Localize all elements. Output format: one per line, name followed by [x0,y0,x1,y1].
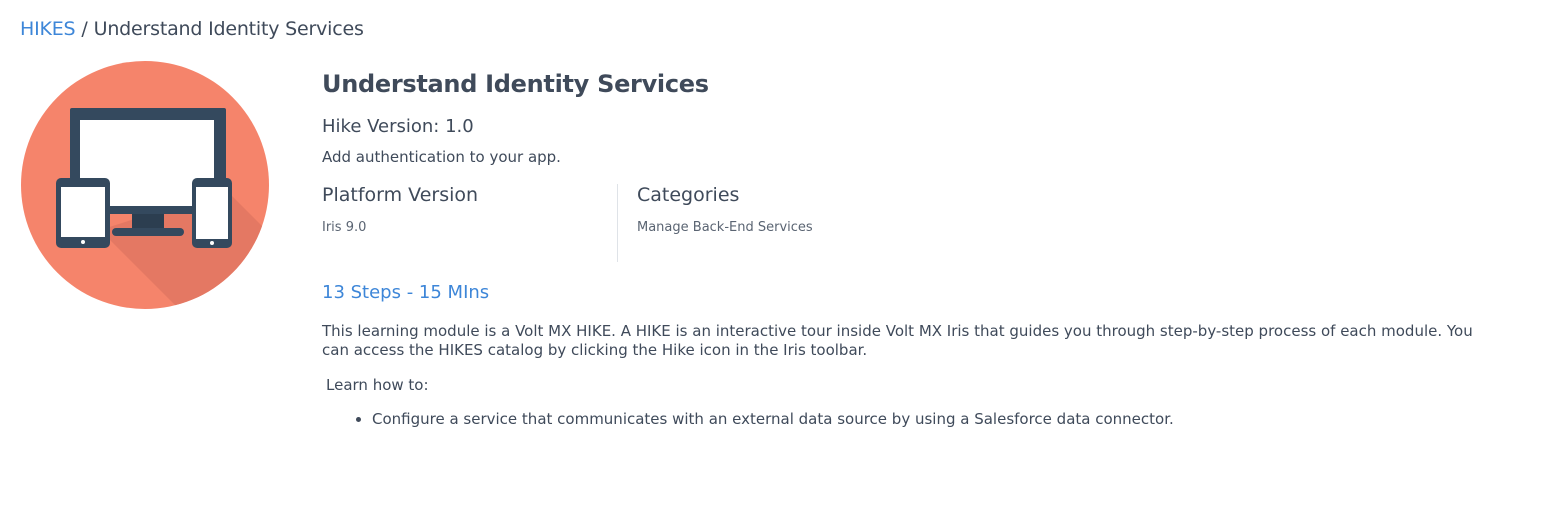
breadcrumb-current: Understand Identity Services [93,18,364,40]
categories-value: Manage Back-End Services [637,220,813,235]
hike-description: Add authentication to your app. [322,148,561,166]
platform-version-heading: Platform Version [322,184,479,206]
hike-hero-image [20,60,270,310]
categories-heading: Categories [637,184,740,206]
hike-about-text: This learning module is a Volt MX HIKE. … [322,322,1473,359]
platform-version-column: Platform Version Iris 9.0 [322,184,618,262]
learn-heading: Learn how to: [326,376,429,394]
learn-list: Configure a service that communicates wi… [354,410,1174,428]
devices-icon [21,61,269,309]
hike-details: Understand Identity Services Hike Versio… [322,70,1522,428]
hike-version: Hike Version: 1.0 [322,116,474,137]
hike-title: Understand Identity Services [322,70,709,98]
list-item: Configure a service that communicates wi… [372,410,1174,428]
platform-version-value: Iris 9.0 [322,220,367,235]
hike-meta: Platform Version Iris 9.0 Categories Man… [322,184,1022,262]
breadcrumb: HIKES / Understand Identity Services [20,18,364,40]
breadcrumb-separator: / [81,18,88,40]
breadcrumb-hikes-link[interactable]: HIKES [20,18,76,40]
steps-duration: 13 Steps - 15 MIns [322,282,490,303]
categories-column: Categories Manage Back-End Services [637,184,1017,262]
